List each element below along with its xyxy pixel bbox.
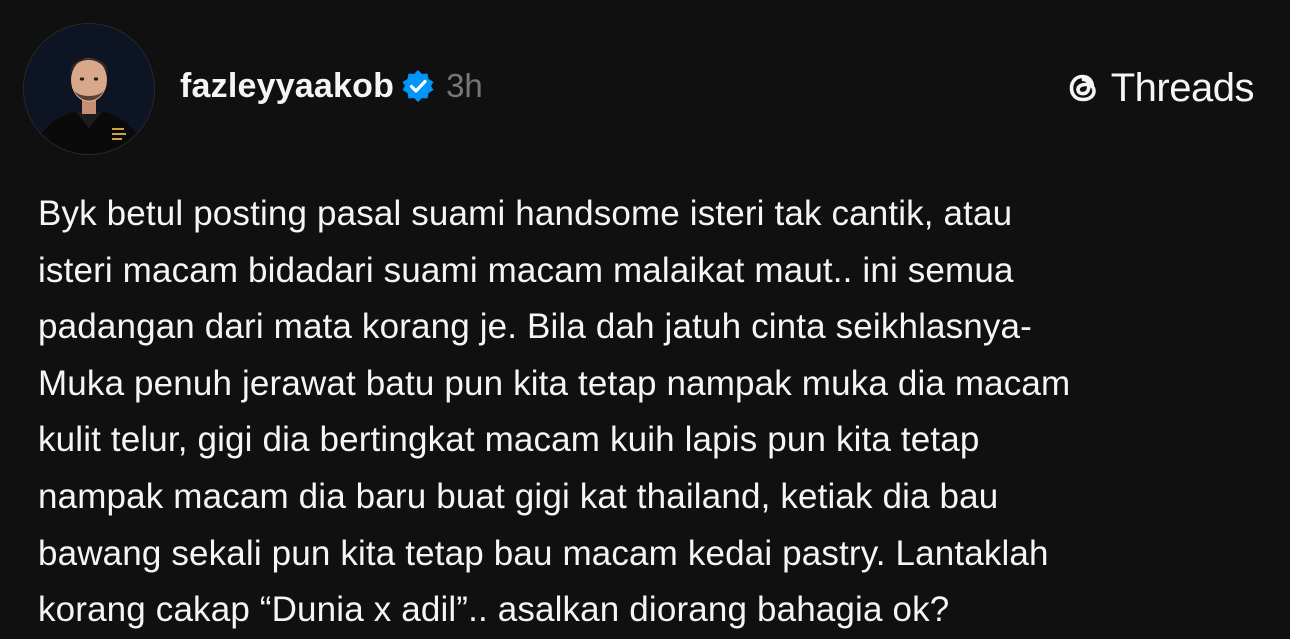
author-row: fazleyyaakob 3h [180,64,483,108]
avatar[interactable] [24,24,154,154]
post-text-line: Muka penuh jerawat batu pun kita tetap n… [38,363,1071,403]
post-text-line: bawang sekali pun kita tetap bau macam k… [38,533,1049,573]
post-text-line: nampak macam dia baru buat gigi kat thai… [38,476,999,516]
post-timestamp: 3h [446,67,483,104]
post-text-line: isteri macam bidadari suami macam malaik… [38,250,1014,290]
threads-logo-icon [1061,66,1105,110]
brand-name: Threads [1110,65,1255,110]
threads-brand: Threads [1061,64,1255,112]
username[interactable]: fazleyyaakob [180,67,394,106]
post-text-line: kulit telur, gigi dia bertingkat macam k… [38,420,980,460]
post-header: fazleyyaakob 3h Threads [24,24,1266,156]
verified-badge-icon [400,68,436,104]
profile-photo-chef-avatar [24,24,154,154]
post-text: Byk betul posting pasal suami handsome i… [38,186,1258,639]
post-text-line: Byk betul posting pasal suami handsome i… [38,194,1013,233]
post-text-line: padangan dari mata korang je. Bila dah j… [38,307,1032,347]
post-text-line: korang cakap “Dunia x adil”.. asalkan di… [38,590,950,630]
